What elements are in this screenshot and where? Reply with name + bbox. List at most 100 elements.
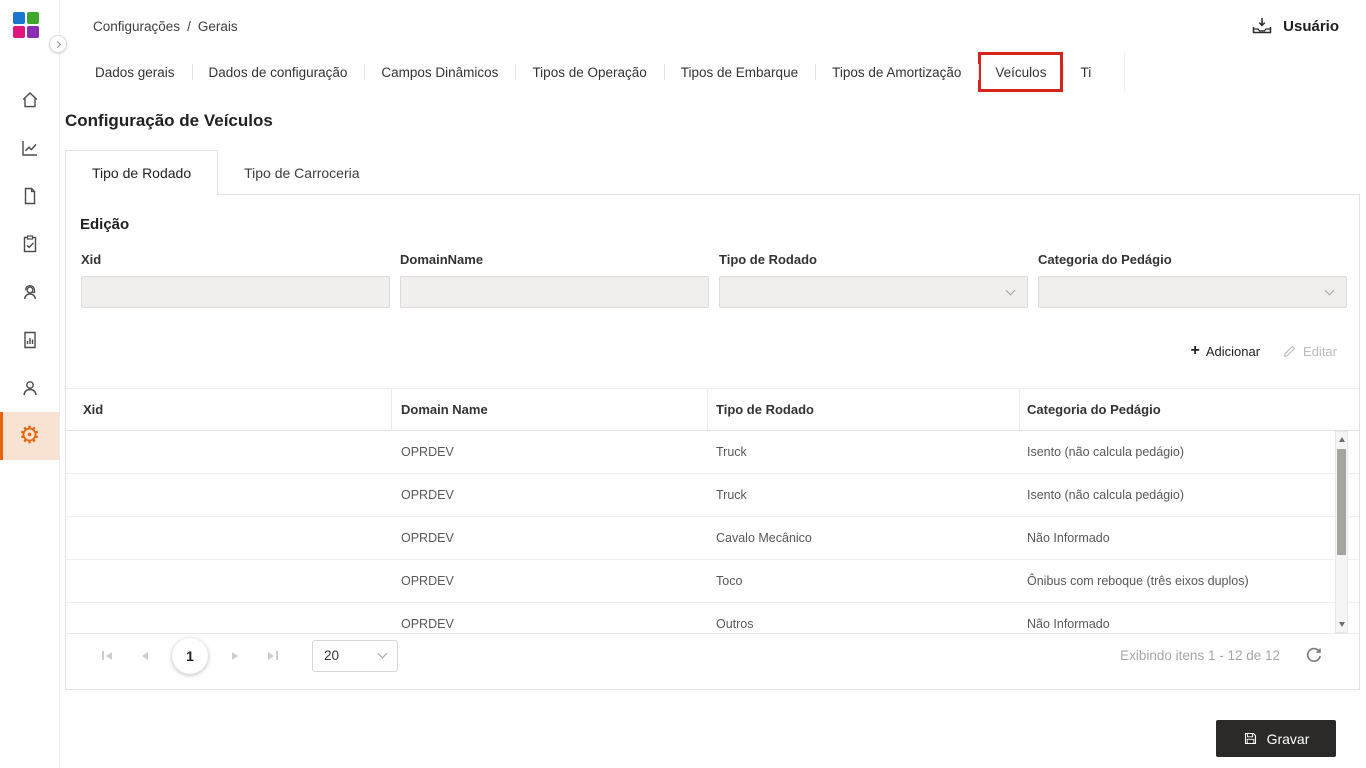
- user-icon: [22, 381, 37, 396]
- sidebar-item-support[interactable]: [0, 268, 59, 316]
- cell-categoria: Isento (não calcula pedágio): [1027, 445, 1185, 459]
- column-header-categoria-do-pedagio[interactable]: Categoria do Pedágio: [1019, 389, 1359, 430]
- field-xid: Xid: [81, 252, 390, 308]
- logo-square-purple: [27, 26, 39, 38]
- triangle-right-icon: [232, 651, 238, 660]
- breadcrumb-separator: /: [187, 18, 191, 34]
- subtab-tipo-de-carroceria[interactable]: Tipo de Carroceria: [218, 150, 385, 195]
- cell-domain: OPRDEV: [401, 574, 454, 588]
- table-scrollbar[interactable]: [1335, 431, 1348, 633]
- tab-tipos-de-embarque[interactable]: Tipos de Embarque: [663, 52, 815, 92]
- cell-xid: [66, 474, 391, 516]
- column-header-tipo-de-rodado[interactable]: Tipo de Rodado: [707, 389, 1019, 430]
- scrollbar-thumb[interactable]: [1337, 449, 1346, 555]
- cell-xid: [66, 560, 391, 602]
- cell-xid: [66, 517, 391, 559]
- tab-clipped[interactable]: Ti: [1063, 52, 1108, 92]
- page-title: Configuração de Veículos: [65, 111, 273, 130]
- user-menu[interactable]: Usuário: [1251, 16, 1339, 36]
- sidebar-item-tasks[interactable]: [0, 220, 59, 268]
- table-row[interactable]: OPRDEV Toco Ônibus com reboque (três eix…: [66, 560, 1359, 603]
- chevron-right-icon: [53, 40, 61, 48]
- sidebar-item-home[interactable]: [0, 76, 59, 124]
- content-panel: Edição Xid DomainName Tipo de Rodado Cat…: [65, 194, 1360, 690]
- field-domainname: DomainName: [400, 252, 709, 308]
- cell-domain: OPRDEV: [401, 617, 454, 631]
- bar-icon: [276, 651, 278, 660]
- categoria-do-pedagio-label: Categoria do Pedágio: [1038, 252, 1172, 267]
- logo-square-blue: [13, 12, 25, 24]
- breadcrumb-section[interactable]: Configurações: [93, 19, 180, 34]
- table-row[interactable]: OPRDEV Truck Isento (não calcula pedágio…: [66, 431, 1359, 474]
- table-body: OPRDEV Truck Isento (não calcula pedágio…: [66, 431, 1359, 633]
- column-header-xid[interactable]: Xid: [66, 389, 391, 430]
- next-page-button[interactable]: [222, 643, 248, 669]
- domainname-input[interactable]: [400, 276, 709, 308]
- cell-domain: OPRDEV: [401, 531, 454, 545]
- refresh-button[interactable]: [1304, 646, 1323, 665]
- plus-icon: +: [1190, 342, 1200, 359]
- current-page-indicator[interactable]: 1: [172, 637, 208, 674]
- sidebar-item-users[interactable]: [0, 364, 59, 412]
- tab-dados-de-configuracao[interactable]: Dados de configuração: [191, 52, 365, 92]
- first-page-button[interactable]: [94, 643, 120, 669]
- topbar: Configurações / Gerais Usuário: [60, 0, 1366, 52]
- table-row[interactable]: OPRDEV Truck Isento (não calcula pedágio…: [66, 474, 1359, 517]
- logo-square-green: [27, 12, 39, 24]
- tab-campos-dinamicos[interactable]: Campos Dinâmicos: [364, 52, 515, 92]
- triangle-left-icon: [142, 651, 148, 660]
- column-header-domain-name[interactable]: Domain Name: [391, 389, 707, 430]
- tab-tipos-de-amortizacao[interactable]: Tipos de Amortização: [815, 52, 978, 92]
- cell-rodado: Cavalo Mecânico: [716, 531, 812, 545]
- page-size-value: 20: [324, 648, 340, 663]
- tab-tipos-de-operacao[interactable]: Tipos de Operação: [515, 52, 663, 92]
- chevron-down-icon: [377, 648, 388, 659]
- report-icon: [23, 331, 36, 349]
- previous-page-button[interactable]: [132, 643, 158, 669]
- cell-categoria: Não Informado: [1027, 531, 1110, 545]
- sidebar-item-documents[interactable]: [0, 172, 59, 220]
- xid-label: Xid: [81, 252, 102, 267]
- triangle-left-icon: [106, 651, 112, 660]
- add-button-label: Adicionar: [1205, 343, 1261, 359]
- subtab-tipo-de-rodado[interactable]: Tipo de Rodado: [65, 150, 219, 195]
- sidebar-expand-button[interactable]: [49, 35, 67, 53]
- xid-input[interactable]: [81, 276, 390, 308]
- cell-domain: OPRDEV: [401, 488, 454, 502]
- document-icon: [24, 187, 35, 205]
- scroll-down-button[interactable]: [1336, 617, 1347, 632]
- sidebar-item-reports[interactable]: [0, 316, 59, 364]
- scrollbar-track[interactable]: [1336, 447, 1347, 617]
- last-page-button[interactable]: [260, 643, 286, 669]
- table-row[interactable]: OPRDEV Cavalo Mecânico Não Informado: [66, 517, 1359, 560]
- edit-button[interactable]: Editar: [1282, 344, 1337, 359]
- breadcrumb-current: Gerais: [197, 18, 238, 34]
- sidebar-nav: ⚙: [0, 76, 59, 460]
- save-button-label: Gravar: [1266, 730, 1310, 747]
- app-logo[interactable]: [13, 12, 39, 38]
- save-button[interactable]: Gravar: [1216, 720, 1336, 757]
- triangle-right-icon: [268, 651, 274, 660]
- categoria-do-pedagio-select[interactable]: [1038, 276, 1347, 308]
- clipboard-check-icon: [23, 235, 36, 253]
- table-row[interactable]: OPRDEV Outros Não Informado: [66, 603, 1359, 633]
- triangle-up-icon: [1338, 437, 1345, 442]
- cell-categoria: Não Informado: [1027, 617, 1110, 631]
- support-icon: [23, 285, 36, 300]
- sidebar-item-analytics[interactable]: [0, 124, 59, 172]
- pagination-status: Exibindo itens 1 - 12 de 12: [1120, 648, 1280, 663]
- page-size-select[interactable]: 20: [312, 639, 398, 672]
- tipo-de-rodado-select[interactable]: [719, 276, 1028, 308]
- add-button[interactable]: + Adicionar: [1190, 343, 1260, 359]
- edit-button-label: Editar: [1303, 343, 1337, 359]
- download-tray-icon: [1252, 18, 1272, 34]
- tab-dados-gerais[interactable]: Dados gerais: [78, 52, 192, 92]
- user-label: Usuário: [1283, 17, 1339, 35]
- analytics-icon: [21, 141, 37, 156]
- triangle-down-icon: [1338, 622, 1345, 627]
- sidebar-item-settings[interactable]: ⚙: [0, 412, 59, 460]
- tab-veiculos[interactable]: Veículos: [978, 52, 1064, 92]
- cell-categoria: Isento (não calcula pedágio): [1027, 488, 1185, 502]
- scroll-up-button[interactable]: [1336, 432, 1347, 447]
- domainname-label: DomainName: [400, 252, 484, 267]
